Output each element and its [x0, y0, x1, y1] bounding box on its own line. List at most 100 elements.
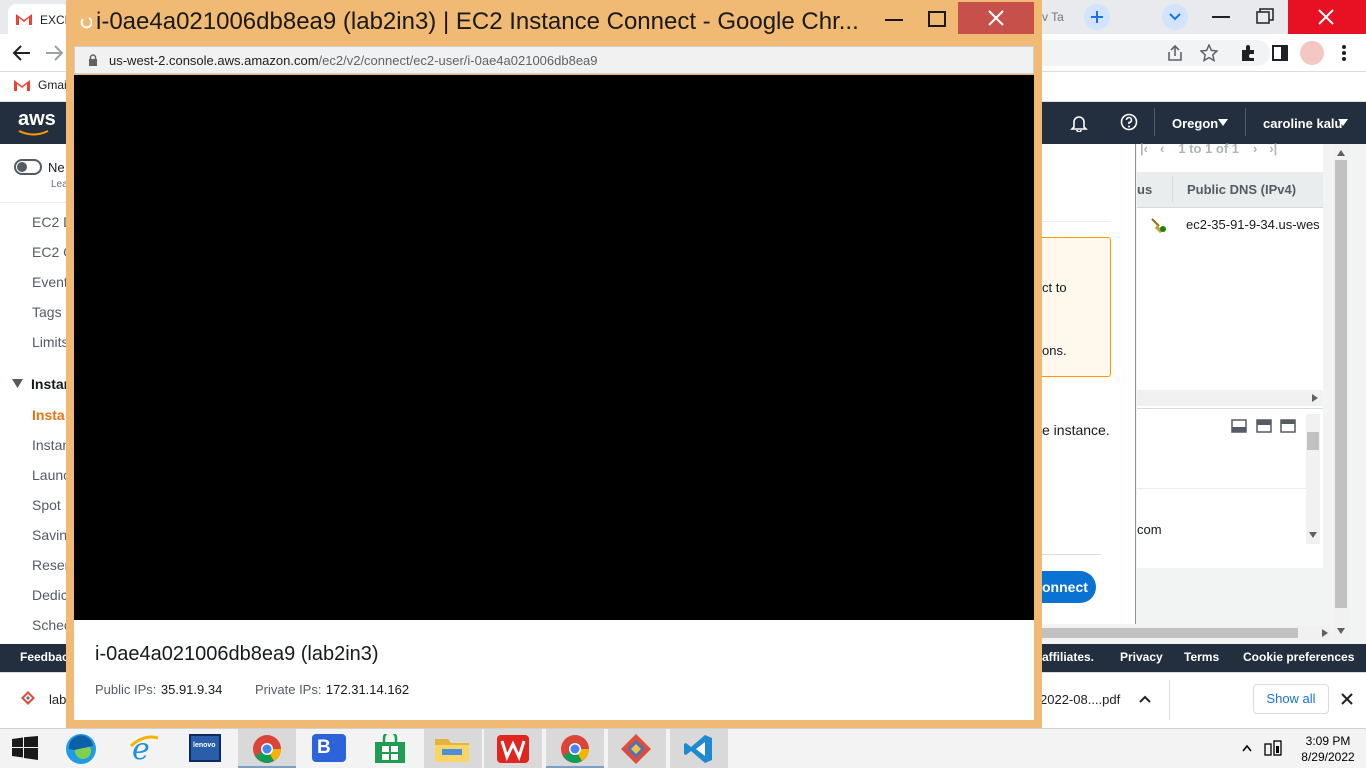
feedback-link[interactable]: Feedbac — [20, 650, 69, 664]
start-icon[interactable] — [12, 736, 38, 760]
tab-search-button[interactable] — [1162, 4, 1188, 30]
show-all-downloads-button[interactable]: Show all — [1253, 684, 1329, 714]
taskbar-file-explorer[interactable] — [424, 729, 482, 768]
new-tab-button[interactable] — [1084, 4, 1110, 30]
layout-bottom-icon[interactable] — [1231, 419, 1247, 433]
taskbar-clock[interactable]: 3:09 PM 8/29/2022 — [1290, 733, 1366, 765]
sidebar-item-instances[interactable]: Insta — [32, 407, 65, 423]
sidebar-item-savings-plans[interactable]: Savin — [32, 527, 67, 543]
page-horizontal-scrollbar[interactable] — [1042, 626, 1332, 640]
ie-icon[interactable]: e — [128, 732, 160, 764]
prev-page-icon[interactable]: ‹ — [1160, 141, 1164, 156]
tray-chevron-up-icon[interactable] — [1242, 744, 1252, 752]
popup-url-bar[interactable]: us-west-2.console.aws.amazon.com/ec2/v2/… — [74, 46, 1034, 74]
column-header-public-dns[interactable]: Public DNS (IPv4) — [1187, 182, 1296, 197]
address-bar[interactable] — [1040, 40, 1270, 66]
bluejeans-letter: B — [317, 737, 331, 758]
caret-down-icon — [1218, 119, 1228, 126]
sidebar-item-events[interactable]: Event — [32, 274, 68, 290]
battery-network-icon[interactable] — [1264, 740, 1282, 756]
caret-down-icon[interactable] — [12, 379, 23, 388]
column-header-status[interactable]: us — [1137, 182, 1152, 197]
bookmark-star-icon[interactable] — [1200, 44, 1218, 62]
gmail-icon[interactable] — [14, 79, 30, 91]
account-menu[interactable]: caroline kalu — [1263, 116, 1342, 131]
bell-icon[interactable] — [1070, 114, 1088, 132]
file-icon — [21, 691, 35, 705]
close-icon[interactable] — [1341, 693, 1353, 705]
help-icon[interactable] — [1120, 113, 1138, 131]
profile-avatar[interactable] — [1300, 41, 1324, 65]
sidebar-item-limits[interactable]: Limits — [32, 334, 69, 350]
gmail-icon — [16, 14, 32, 25]
popup-maximize-button[interactable] — [916, 2, 958, 38]
taskbar-chrome-2[interactable] — [546, 729, 604, 768]
broom-icon — [1151, 218, 1166, 233]
terms-link[interactable]: Terms — [1184, 650, 1219, 664]
next-page-icon[interactable]: › — [1253, 141, 1257, 156]
wps-icon — [497, 735, 529, 763]
terminal-console[interactable] — [74, 75, 1034, 620]
sidebar-item-instance-types[interactable]: Instan — [32, 437, 70, 453]
bluejeans-icon[interactable]: B — [312, 734, 346, 762]
sidebar-item-spot-requests[interactable]: Spot — [32, 497, 61, 513]
sidebar-item-reserved-instances[interactable]: Reser — [32, 557, 69, 573]
sidebar-item-dedicated-hosts[interactable]: Dedic — [32, 587, 68, 603]
window-close-button[interactable] — [1288, 0, 1366, 34]
kebab-menu-icon[interactable] — [1342, 44, 1346, 62]
aws-logo[interactable]: aws — [18, 108, 56, 131]
scroll-down-icon[interactable] — [1309, 532, 1317, 538]
lenovo-icon[interactable]: lenovo — [189, 734, 221, 762]
layout-top-icon[interactable] — [1280, 419, 1296, 433]
download-item-left[interactable]: lab — [49, 692, 66, 707]
detail-scrollbar[interactable] — [1306, 414, 1320, 544]
vscode-icon — [684, 735, 712, 763]
scroll-thumb[interactable] — [1335, 160, 1347, 608]
layout-split-icon[interactable] — [1256, 419, 1272, 433]
horizontal-scrollbar[interactable] — [1137, 390, 1323, 406]
edge-icon[interactable] — [64, 732, 98, 766]
last-page-icon[interactable]: ›| — [1269, 141, 1277, 156]
popup-close-button[interactable] — [958, 2, 1034, 34]
clock-date: 8/29/2022 — [1301, 750, 1355, 764]
taskbar-vscode[interactable] — [670, 729, 728, 768]
chrome-icon — [561, 735, 589, 763]
extensions-icon[interactable] — [1239, 44, 1257, 62]
popup-minimize-button[interactable] — [874, 2, 914, 38]
sidebar-item-launch-templates[interactable]: Launc — [32, 467, 70, 483]
chevron-up-icon[interactable] — [1139, 695, 1151, 703]
connect-button[interactable]: onnect — [1042, 571, 1096, 603]
store-icon[interactable] — [374, 734, 406, 764]
scroll-right-icon[interactable] — [1322, 629, 1328, 637]
chevron-down-icon — [1169, 13, 1181, 21]
new-experience-toggle[interactable] — [14, 159, 42, 175]
public-dns-cell[interactable]: ec2-35-91-9-34.us-wes — [1186, 217, 1323, 232]
page-scrollbar[interactable] — [1333, 144, 1349, 640]
footer-affiliates-text: affiliates. — [1042, 650, 1095, 664]
scroll-thumb[interactable] — [1042, 628, 1298, 638]
first-page-icon[interactable]: |‹ — [1140, 141, 1148, 156]
side-panel-icon[interactable] — [1272, 45, 1288, 61]
taskbar-chrome-1[interactable] — [238, 729, 296, 768]
taskbar-wps[interactable] — [484, 729, 542, 768]
scroll-right-icon[interactable] — [1312, 394, 1318, 402]
region-selector[interactable]: Oregon — [1172, 116, 1218, 131]
restore-icon[interactable] — [1256, 8, 1274, 24]
privacy-link[interactable]: Privacy — [1120, 650, 1163, 664]
back-arrow-icon[interactable] — [12, 44, 32, 62]
bookmark-gmail[interactable]: Gmai — [38, 78, 67, 92]
scroll-thumb[interactable] — [1307, 432, 1319, 450]
forward-arrow-icon[interactable] — [44, 44, 64, 62]
background-tab-excel[interactable]: EXCE — [8, 4, 70, 34]
sidebar-item-tags[interactable]: Tags — [32, 304, 62, 320]
share-icon[interactable] — [1166, 44, 1184, 62]
warning-text-1: ct to — [1042, 280, 1067, 295]
taskbar-git[interactable] — [608, 729, 666, 768]
clock-time: 3:09 PM — [1305, 734, 1351, 748]
minimize-icon[interactable] — [1212, 16, 1230, 20]
cookie-preferences-link[interactable]: Cookie preferences — [1243, 650, 1354, 664]
scroll-up-icon[interactable] — [1337, 150, 1345, 156]
scroll-down-icon[interactable] — [1337, 628, 1345, 634]
background-tab-title[interactable]: v Ta — [1042, 10, 1066, 24]
download-item-pdf[interactable]: 2022-08....pdf — [1040, 692, 1120, 707]
